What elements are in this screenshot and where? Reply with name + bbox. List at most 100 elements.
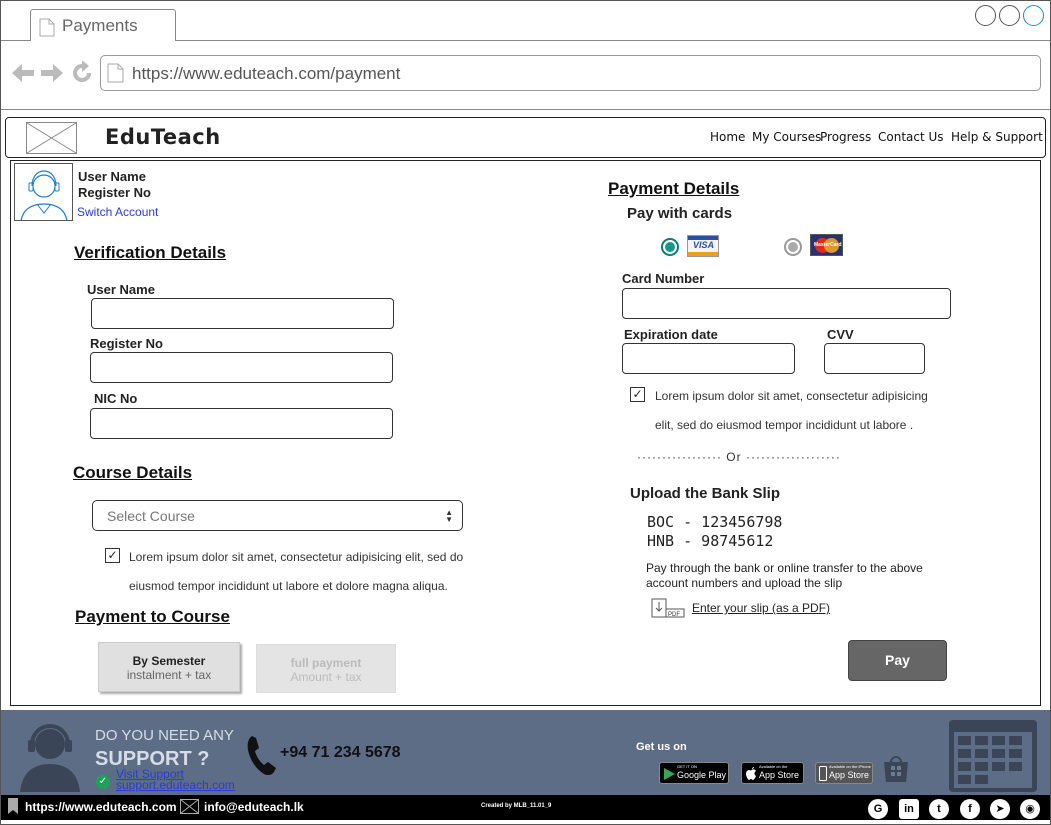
course-agree-text-line1: Lorem ipsum dolor sit amet, consectetur …: [129, 550, 464, 564]
or-divider: ················· Or ···················: [637, 450, 947, 464]
browser-tab[interactable]: Payments: [30, 9, 176, 42]
nav-link-contact-us[interactable]: Contact Us: [878, 130, 944, 144]
google-play-icon: [664, 768, 675, 780]
bookmark-icon: [8, 798, 18, 814]
nav-link-home[interactable]: Home: [710, 130, 745, 144]
twitter-icon[interactable]: t: [929, 799, 949, 819]
card-agree-text-line1: Lorem ipsum dolor sit amet, consectetur …: [655, 389, 928, 403]
current-user-name: User Name: [78, 169, 146, 184]
pay-button[interactable]: Pay: [848, 640, 947, 681]
avatar: [14, 163, 73, 221]
register-no-label: Register No: [90, 336, 163, 351]
window-button-minimize[interactable]: [975, 5, 996, 26]
register-no-input[interactable]: [90, 352, 393, 383]
nav-link-progress[interactable]: Progress: [820, 130, 871, 144]
mastercard-icon: MasterCard: [810, 234, 843, 256]
nav-link-my-courses[interactable]: My Courses: [752, 130, 821, 144]
linkedin-icon[interactable]: in: [899, 799, 919, 819]
card-number-label: Card Number: [622, 271, 705, 286]
google-play-top: GET IT ON: [677, 764, 697, 769]
visa-radio[interactable]: [661, 238, 679, 256]
nic-no-label: NIC No: [94, 391, 138, 406]
footer-email[interactable]: info@eduteach.lk: [204, 800, 304, 814]
by-semester-button[interactable]: By Semester instalment + tax: [98, 642, 240, 692]
pdf-upload-icon[interactable]: PDF: [651, 598, 685, 618]
support-phone[interactable]: +94 71 234 5678: [280, 744, 401, 762]
app-store-name: App Store: [759, 770, 800, 780]
forward-arrow-icon[interactable]: [40, 63, 64, 83]
bank-account-hnb: HNB - 98745612: [647, 532, 774, 550]
expiration-input[interactable]: [622, 343, 795, 374]
by-semester-sub: instalment + tax: [126, 668, 212, 682]
divider-dots-right: ···················: [745, 450, 841, 464]
full-payment-sub: Amount + tax: [290, 670, 362, 684]
get-us-on-label: Get us on: [636, 741, 687, 753]
calendar-icon: [949, 720, 1037, 792]
username-label: User Name: [87, 282, 155, 297]
switch-account-link[interactable]: Switch Account: [77, 205, 158, 219]
support-agent-icon: [20, 724, 80, 792]
bank-note-line1: Pay through the bank or online transfer …: [646, 561, 923, 575]
address-bar[interactable]: https://www.eduteach.com/payment: [100, 55, 1041, 91]
tab-title: Payments: [62, 16, 138, 35]
logo-placeholder-icon: [26, 122, 77, 154]
footer-site-url[interactable]: https://www.eduteach.com: [25, 800, 177, 814]
google-play-badge[interactable]: GET IT ON Google Play: [659, 762, 729, 784]
iphone-app-store-badge[interactable]: Available on the iPhone App Store: [815, 762, 873, 784]
cvv-label: CVV: [827, 327, 854, 342]
pay-with-cards-label: Pay with cards: [627, 205, 733, 222]
window-button-close[interactable]: [1023, 5, 1044, 26]
visa-card-icon: VISA: [687, 235, 719, 257]
pdf-icon-text: PDF: [668, 612, 680, 618]
back-arrow-icon[interactable]: [11, 63, 35, 83]
document-icon: [39, 18, 55, 37]
full-payment-button[interactable]: full payment Amount + tax: [256, 644, 396, 693]
app-store-top: Available on the: [759, 764, 788, 769]
google-icon[interactable]: G: [868, 799, 888, 819]
cvv-input[interactable]: [824, 343, 925, 374]
bank-note-line2: account numbers and upload the slip: [646, 576, 843, 590]
course-select-value: Select Course: [107, 508, 195, 524]
verification-title: Verification Details: [74, 243, 227, 262]
telegram-icon[interactable]: ➤: [990, 799, 1010, 819]
full-payment-title: full payment: [290, 656, 362, 670]
expiration-label: Expiration date: [624, 327, 718, 342]
card-agree-text-line2: elit, sed do eiusmod tempor incididunt u…: [655, 418, 914, 432]
iphone-icon: [819, 766, 827, 781]
app-store-badge[interactable]: Available on the App Store: [741, 762, 804, 784]
course-agree-text-line2: eiusmod tempor incididunt ut labore et d…: [129, 579, 448, 593]
bank-account-boc: BOC - 123456798: [647, 513, 783, 531]
iphone-store-name: App Store: [829, 770, 870, 780]
refresh-icon[interactable]: [70, 61, 94, 85]
divider-dots-left: ·················: [637, 450, 722, 464]
check-circle-icon: ✓: [96, 775, 110, 789]
support-heading-line1: DO YOU NEED ANY: [95, 727, 234, 744]
current-user-register-no: Register No: [78, 185, 151, 200]
nav-link-help-support[interactable]: Help & Support: [951, 130, 1043, 144]
window-button-maximize[interactable]: [999, 5, 1020, 26]
user-avatar-icon: [20, 170, 68, 220]
username-input[interactable]: [91, 298, 394, 329]
card-number-input[interactable]: [622, 288, 951, 319]
course-select[interactable]: Select Course ▲ ▼: [92, 500, 463, 531]
page-icon: [107, 63, 124, 83]
footer-credit: Created by MLB_11.01_9: [481, 803, 552, 809]
course-agree-checkbox[interactable]: ✓: [105, 548, 120, 563]
mastercard-radio[interactable]: [784, 238, 802, 256]
windows-store-icon[interactable]: [882, 754, 910, 784]
by-semester-title: By Semester: [132, 654, 206, 668]
payment-details-title: Payment Details: [608, 179, 740, 198]
facebook-icon[interactable]: f: [960, 799, 980, 819]
phone-icon: [247, 736, 276, 776]
payment-to-course-title: Payment to Course: [75, 607, 230, 626]
card-agree-checkbox[interactable]: ✓: [630, 387, 645, 402]
github-icon[interactable]: ◉: [1020, 799, 1040, 819]
select-arrows-icon: ▲ ▼: [445, 508, 453, 524]
brand-name: EduTeach: [105, 125, 221, 149]
support-url-text: support.eduteach.com: [116, 778, 235, 792]
upload-slip-title: Upload the Bank Slip: [630, 485, 781, 502]
nic-no-input[interactable]: [90, 408, 393, 439]
visit-support-link[interactable]: Visit Support support.eduteach.com: [116, 768, 235, 792]
upload-slip-link[interactable]: Enter your slip (as a PDF): [692, 601, 830, 615]
visa-label: VISA: [693, 240, 715, 250]
